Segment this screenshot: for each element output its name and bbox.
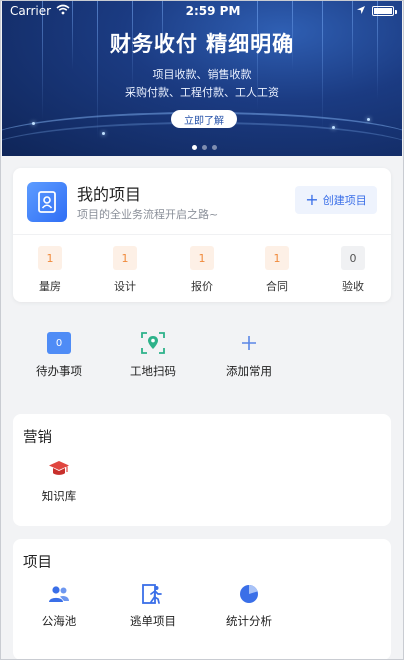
projects-section: 项目 公海池 逃单项目 统计分析 [13, 539, 391, 660]
knowledge-base-label: 知识库 [41, 489, 77, 503]
exit-icon [142, 583, 164, 605]
stat-count: 1 [190, 246, 214, 270]
statistics-item[interactable]: 统计分析 [209, 583, 289, 629]
escaped-projects-item[interactable]: 逃单项目 [113, 583, 193, 629]
status-time: 2:59 PM [185, 4, 241, 18]
create-project-label: 创建项目 [322, 194, 367, 207]
banner-title: 财务收付 精细明确 [109, 32, 295, 56]
add-favorite-label: 添加常用 [226, 364, 272, 378]
stat-measure-room[interactable]: 1 量房 [20, 246, 80, 294]
my-projects-card: 我的项目 项目的全业务流程开启之路~ + 创建项目 1 量房 1 设计 1 报价… [13, 168, 391, 302]
graduation-cap-icon [48, 458, 70, 480]
stat-label: 验收 [342, 280, 364, 293]
stat-label: 量房 [39, 280, 61, 293]
banner-line-2: 采购付款、工程付款、工人工资 [125, 86, 279, 99]
stat-label: 报价 [191, 280, 213, 293]
escaped-projects-label: 逃单项目 [130, 614, 176, 628]
scan-icon [140, 330, 166, 356]
marketing-title: 营销 [23, 430, 52, 446]
banner-pager[interactable] [192, 145, 217, 150]
project-stats: 1 量房 1 设计 1 报价 1 合同 0 验收 [13, 246, 391, 296]
public-pool-item[interactable]: 公海池 [19, 583, 99, 629]
todo-icon: 0 [46, 330, 72, 356]
stat-label: 设计 [114, 280, 136, 293]
site-scan-shortcut[interactable]: 工地扫码 [113, 330, 193, 379]
project-folder-icon [27, 182, 67, 222]
knowledge-base-item[interactable]: 知识库 [19, 458, 99, 504]
my-projects-title: 我的项目 [77, 185, 142, 204]
todo-label: 待办事项 [36, 364, 82, 378]
quick-shortcuts: 0 待办事项 工地扫码 添加常用 [13, 322, 391, 392]
pie-chart-icon [238, 583, 260, 605]
carrier-label: Carrier [10, 4, 52, 18]
stat-design[interactable]: 1 设计 [95, 246, 155, 294]
stat-count: 1 [265, 246, 289, 270]
stat-quote[interactable]: 1 报价 [172, 246, 232, 294]
site-scan-label: 工地扫码 [130, 364, 176, 378]
stat-count: 0 [341, 246, 365, 270]
stat-count: 1 [113, 246, 137, 270]
stat-contract[interactable]: 1 合同 [247, 246, 307, 294]
wifi-icon [56, 4, 70, 18]
pager-dot[interactable] [202, 145, 207, 150]
promo-banner[interactable]: Carrier 2:59 PM 财务收付 精细明确 项目收款、销售收款 采购付款… [2, 0, 402, 156]
stat-count: 1 [38, 246, 62, 270]
todo-shortcut[interactable]: 0 待办事项 [19, 330, 99, 379]
users-icon [48, 583, 70, 605]
marketing-section: 营销 知识库 [13, 414, 391, 526]
todo-count-badge: 0 [47, 332, 71, 354]
status-bar: Carrier 2:59 PM [10, 2, 397, 20]
banner-line-1: 项目收款、销售收款 [152, 68, 252, 81]
create-project-button[interactable]: + 创建项目 [295, 186, 377, 214]
stat-acceptance[interactable]: 0 验收 [323, 246, 383, 294]
learn-more-button[interactable]: 立即了解 [171, 110, 237, 128]
my-projects-subtitle: 项目的全业务流程开启之路~ [77, 208, 219, 221]
plus-icon: + [305, 190, 319, 209]
plus-icon [236, 330, 262, 356]
location-arrow-icon [356, 4, 366, 18]
stat-label: 合同 [266, 280, 288, 293]
pager-dot[interactable] [212, 145, 217, 150]
projects-title: 项目 [23, 555, 52, 571]
pager-dot[interactable] [192, 145, 197, 150]
statistics-label: 统计分析 [226, 614, 272, 628]
public-pool-label: 公海池 [41, 614, 77, 628]
card-divider [13, 234, 391, 235]
battery-icon [372, 6, 397, 16]
add-favorite-shortcut[interactable]: 添加常用 [209, 330, 289, 379]
